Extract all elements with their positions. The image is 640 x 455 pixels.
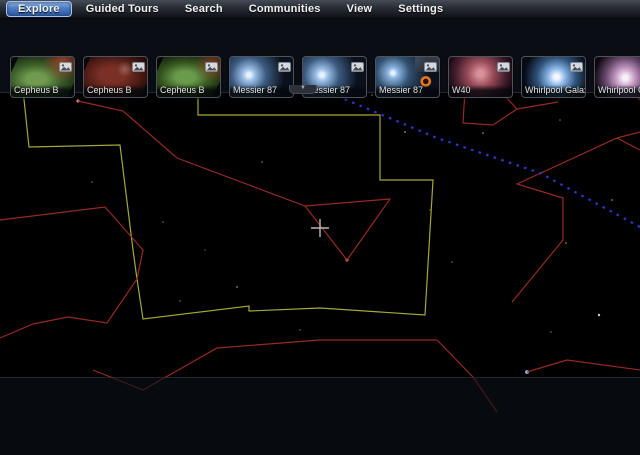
star xyxy=(404,131,406,133)
star xyxy=(261,161,263,163)
star xyxy=(91,181,93,183)
menu-tab-communities[interactable]: Communities xyxy=(237,1,333,17)
thumbnail-label: W40 xyxy=(449,85,512,97)
top-thumbnail-panel: Cepheus B Cepheus B Cepheus B Messier 87 Mes… xyxy=(0,19,640,98)
image-badge-icon xyxy=(424,59,437,72)
image-badge-icon xyxy=(497,59,510,72)
thumbnail-label: Messier 87 xyxy=(376,85,439,97)
star xyxy=(204,249,206,251)
star xyxy=(550,331,552,333)
thumbnail-cepheus-b[interactable]: Cepheus B xyxy=(10,56,75,98)
star xyxy=(565,242,567,244)
image-badge-icon xyxy=(132,59,145,72)
menu-bar: Explore Guided Tours Search Communities View… xyxy=(0,0,640,19)
image-badge-icon xyxy=(278,59,291,72)
menu-tab-search[interactable]: Search xyxy=(173,1,235,17)
menu-tab-explore[interactable]: Explore xyxy=(6,1,72,17)
star xyxy=(236,286,238,288)
thumbnail-label: Whirlpool Galaxy xyxy=(595,85,640,97)
thumbnail-whirlpool-galaxy[interactable]: Whirlpool Galaxy xyxy=(594,56,640,98)
image-badge-icon xyxy=(351,59,364,72)
star xyxy=(597,313,601,317)
collapse-panel-button[interactable]: ▼ xyxy=(289,85,317,94)
star xyxy=(179,300,181,302)
star xyxy=(299,329,301,331)
menu-tab-settings[interactable]: Settings xyxy=(386,1,455,17)
thumbnail-whirlpool-galaxy[interactable]: Whirlpool Galaxy xyxy=(521,56,586,98)
thumbnail-w40[interactable]: W40 xyxy=(448,56,513,98)
explore-thumbnail-row: Cepheus B Cepheus B Cepheus B Messier 87 Mes… xyxy=(10,56,640,98)
star xyxy=(451,261,453,263)
thumbnail-label: Whirlpool Galaxy xyxy=(522,85,585,97)
thumbnail-cepheus-b[interactable]: Cepheus B xyxy=(156,56,221,98)
menu-tab-view[interactable]: View xyxy=(335,1,385,17)
thumbnail-messier-87[interactable]: Messier 87 xyxy=(229,56,294,98)
star xyxy=(429,209,431,211)
star xyxy=(611,199,613,201)
image-badge-icon xyxy=(59,59,72,72)
star xyxy=(482,132,484,134)
star xyxy=(559,119,561,121)
worldwide-telescope-app: Cepheus B Cepheus B Cepheus B Messier 87 Mes… xyxy=(0,0,640,455)
image-badge-icon xyxy=(205,59,218,72)
menu-tab-guided-tours[interactable]: Guided Tours xyxy=(74,1,171,17)
thumbnail-label: Cepheus B xyxy=(11,85,74,97)
image-badge-icon xyxy=(570,59,583,72)
chevron-down-icon: ▼ xyxy=(300,85,306,91)
menu-tabs: Explore Guided Tours Search Communities View… xyxy=(6,1,457,17)
thumbnail-label: Cepheus B xyxy=(157,85,220,97)
star xyxy=(162,221,164,223)
thumbnail-messier-87[interactable]: Messier 87 xyxy=(375,56,440,98)
thumbnail-label: Messier 87 xyxy=(230,85,293,97)
imagery-panel: Imagery Digitized Sky Survey (Color) ◀ 1… xyxy=(0,377,640,455)
thumbnail-label: Cepheus B xyxy=(84,85,147,97)
thumbnail-cepheus-b[interactable]: Cepheus B xyxy=(83,56,148,98)
